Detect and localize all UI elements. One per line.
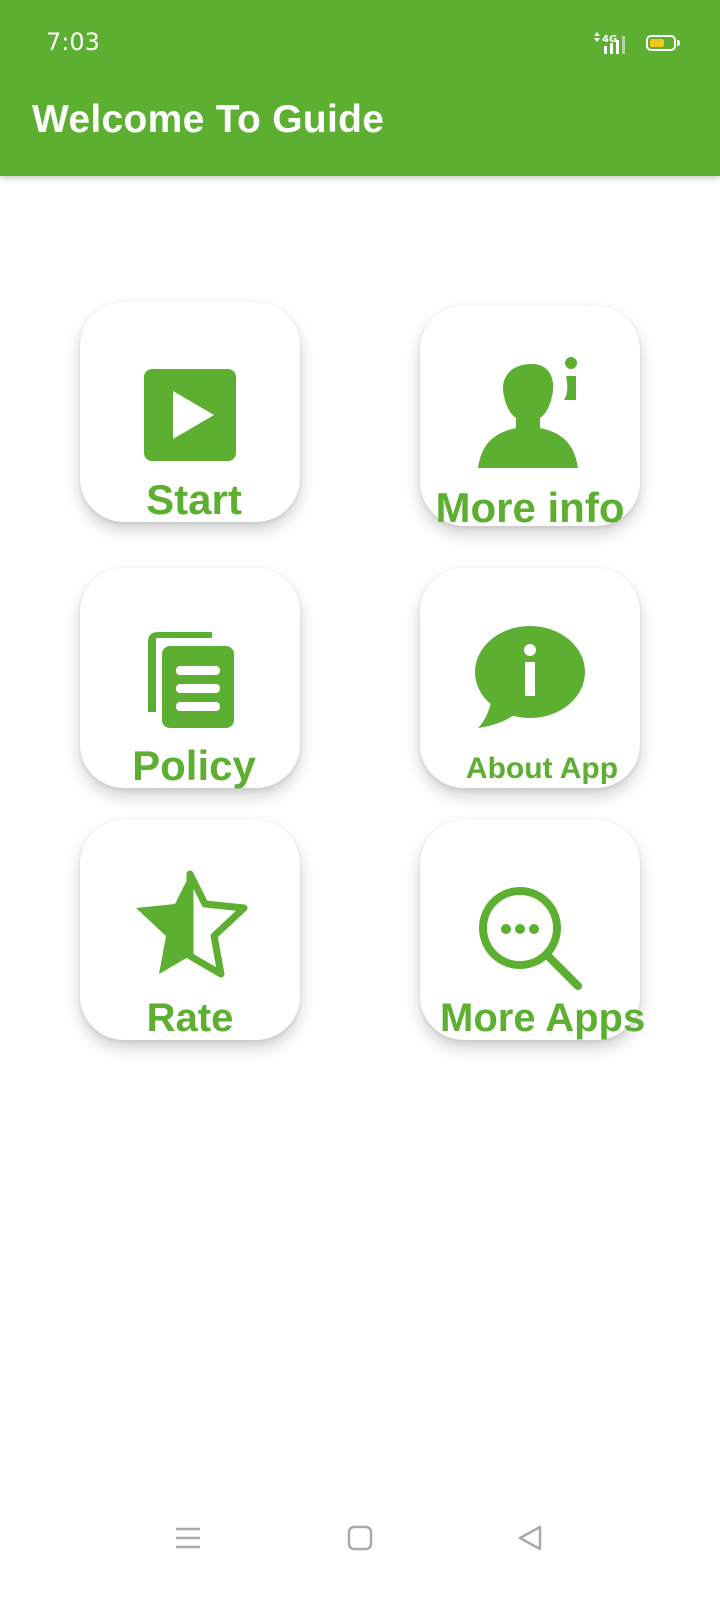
back-icon[interactable] bbox=[516, 1524, 544, 1552]
start-label: Start bbox=[146, 476, 242, 523]
about-app-label: About App bbox=[465, 752, 619, 785]
policy-button[interactable]: Policy bbox=[80, 568, 300, 789]
person-info-icon bbox=[478, 357, 578, 468]
about-app-button[interactable]: About App bbox=[420, 568, 640, 788]
start-button[interactable]: Start bbox=[80, 302, 300, 523]
network-type-label: 4G bbox=[602, 34, 617, 45]
policy-label: Policy bbox=[132, 742, 256, 789]
more-info-button[interactable]: More info bbox=[420, 306, 640, 531]
half-star-icon bbox=[136, 870, 248, 978]
signal-icon: 4G bbox=[594, 32, 625, 54]
search-more-icon bbox=[479, 887, 582, 990]
info-bubble-icon bbox=[475, 626, 585, 728]
system-nav-bar bbox=[0, 1510, 720, 1600]
home-icon[interactable] bbox=[346, 1524, 374, 1552]
app-bar: 7:03 4G Welcome To Guide bbox=[0, 0, 720, 176]
page-title: Welcome To Guide bbox=[32, 98, 385, 141]
battery-icon bbox=[646, 35, 680, 51]
battery-level bbox=[650, 39, 664, 47]
play-icon bbox=[144, 369, 236, 461]
status-time: 7:03 bbox=[46, 28, 100, 56]
documents-icon bbox=[148, 632, 234, 728]
rate-button[interactable]: Rate bbox=[80, 820, 300, 1040]
status-icons: 4G bbox=[592, 32, 680, 54]
more-info-label: More info bbox=[435, 484, 625, 531]
more-apps-button[interactable]: More Apps bbox=[420, 820, 646, 1040]
rate-label: Rate bbox=[146, 996, 234, 1040]
menu-icon[interactable] bbox=[174, 1524, 202, 1552]
more-apps-label: More Apps bbox=[440, 996, 646, 1040]
